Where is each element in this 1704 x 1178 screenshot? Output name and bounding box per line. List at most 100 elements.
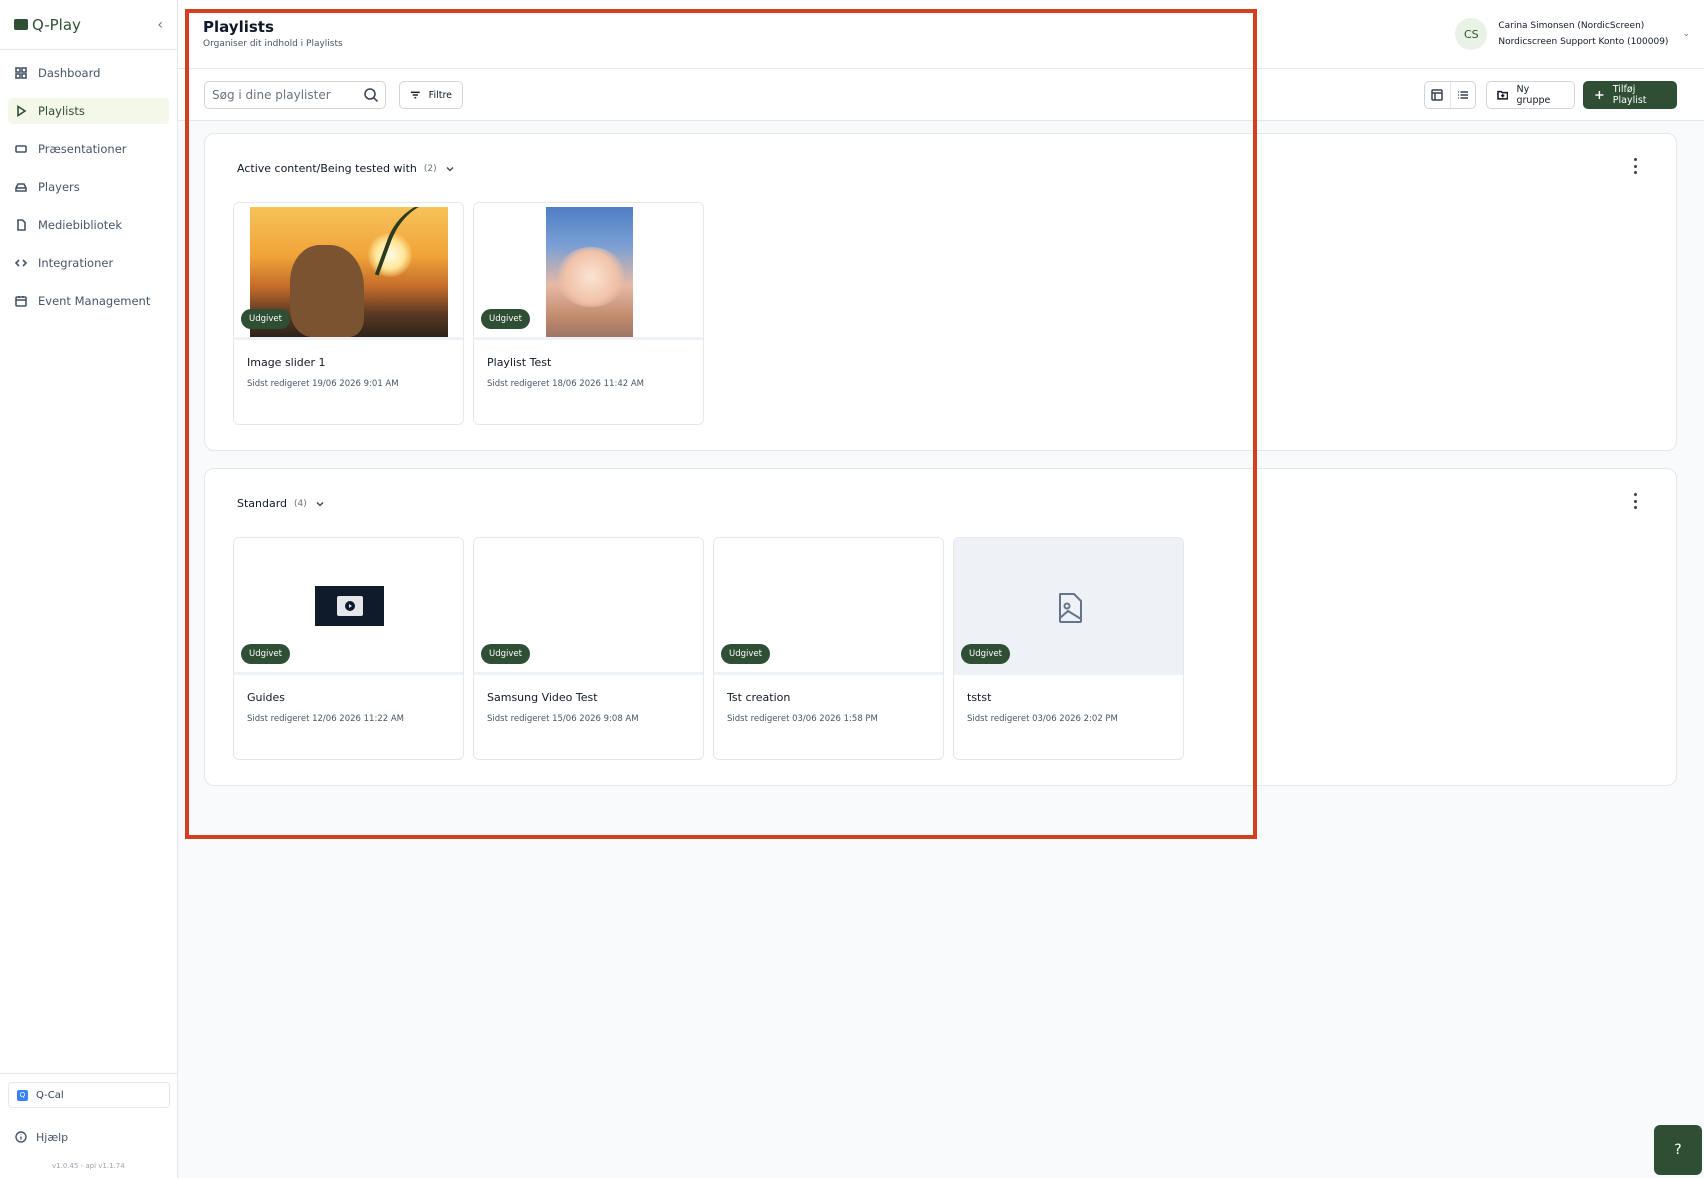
card-title: Samsung Video Test [487, 691, 598, 704]
card-date: Sidst redigeret 03/06 2026 2:02 PM [967, 714, 1118, 724]
group-more-menu-button[interactable] [1634, 158, 1638, 174]
playlist-card[interactable]: Udgivet Samsung Video Test Sidst rediger… [473, 537, 704, 760]
dot [1634, 171, 1637, 174]
group-header[interactable]: Standard (4) [237, 497, 325, 510]
group-title: Standard [237, 497, 288, 510]
sidebar-item-event-management[interactable]: Event Management [8, 288, 169, 314]
q-play-logo-icon [14, 19, 28, 30]
chevron-down-icon [316, 501, 324, 506]
collapse-sidebar-button[interactable]: ‹ [157, 17, 163, 33]
card-title: Playlist Test [487, 356, 552, 369]
card-thumbnail: Udgivet [234, 538, 463, 675]
layout-icon [1431, 89, 1444, 101]
q-cal-logo-icon: Q [17, 1089, 28, 1101]
card-date: Sidst redigeret 15/06 2026 9:08 AM [487, 714, 639, 724]
player-icon [14, 180, 28, 194]
sidebar-bottom: Q Q-Cal Hjælp v1.0.45 - api v1.1.74 [0, 1073, 178, 1178]
card-date: Sidst redigeret 18/06 2026 11:42 AM [487, 379, 644, 389]
sidebar-item-label: Dashboard [38, 66, 101, 80]
group-header[interactable]: Active content/Being tested with (2) [237, 162, 455, 175]
sidebar-item-dashboard[interactable]: Dashboard [8, 60, 169, 86]
playlist-card[interactable]: Udgivet Image slider 1 Sidst redigeret 1… [233, 202, 464, 425]
group-count: (4) [294, 498, 307, 509]
dot [1634, 506, 1637, 509]
card-thumbnail: Udgivet [474, 203, 703, 340]
file-icon [14, 218, 28, 232]
help-fab-button[interactable]: ? [1654, 1125, 1702, 1175]
user-account: Nordicscreen Support Konto (100009) [1498, 37, 1669, 47]
dashboard-icon [14, 66, 28, 80]
filter-label: Filtre [428, 89, 452, 101]
user-info: Carina Simonsen (NordicScreen) Nordicscr… [1498, 18, 1668, 50]
page-header: Playlists Organiser dit indhold i Playli… [178, 0, 1704, 69]
status-badge: Udgivet [241, 309, 290, 329]
playlist-card[interactable]: Udgivet Tst creation Sidst redigeret 03/… [713, 537, 944, 760]
list-view-button[interactable] [1449, 82, 1475, 108]
dot [1634, 499, 1637, 503]
sidebar-item-integrations[interactable]: Integrationer [8, 250, 169, 276]
code-icon [14, 256, 28, 270]
view-toggle [1424, 81, 1476, 109]
sidebar-item-players[interactable]: Players [8, 174, 169, 200]
search-input[interactable] [205, 82, 355, 108]
info-icon [14, 1130, 28, 1144]
playlist-group-standard: Standard (4) Udgivet Guides Sidst redige… [204, 468, 1677, 786]
brand: Q-Play ‹ [0, 0, 177, 50]
calendar-icon [14, 294, 28, 308]
video-thumbnail [315, 586, 384, 626]
chevron-down-icon [446, 166, 454, 171]
search-icon[interactable] [363, 87, 379, 103]
playlist-card[interactable]: Udgivet Playlist Test Sidst redigeret 18… [473, 202, 704, 425]
folder-plus-icon [1497, 90, 1509, 100]
sidebar-item-label: Players [38, 180, 80, 194]
presentation-icon [14, 142, 28, 156]
new-group-label: Ny gruppe [1516, 84, 1551, 106]
image-placeholder-icon [1059, 593, 1082, 623]
help-link[interactable]: Hjælp [8, 1130, 170, 1144]
q-cal-label: Q-Cal [36, 1089, 64, 1101]
card-thumbnail: Udgivet [474, 538, 703, 675]
card-title: Tst creation [727, 691, 791, 704]
card-thumbnail: Udgivet [234, 203, 463, 340]
sidebar: Q-Play ‹ Dashboard Playlists Præsentatio… [0, 0, 178, 1178]
avatar: CS [1455, 18, 1488, 50]
sidebar-item-label: Playlists [38, 104, 85, 118]
dot [1634, 493, 1637, 496]
sidebar-item-label: Præsentationer [38, 142, 127, 156]
card-date: Sidst redigeret 12/06 2026 11:22 AM [247, 714, 404, 724]
add-playlist-button[interactable]: Tilføj Playlist [1583, 81, 1677, 109]
playlist-group-active: Active content/Being tested with (2) Udg… [204, 133, 1677, 451]
card-title: Guides [247, 691, 286, 704]
group-more-menu-button[interactable] [1634, 493, 1638, 509]
sidebar-item-label: Event Management [38, 294, 151, 308]
dog-shape [290, 245, 364, 337]
grid-view-button[interactable] [1425, 82, 1450, 108]
group-count: (2) [423, 163, 437, 174]
sidebar-item-presentations[interactable]: Præsentationer [8, 136, 169, 162]
status-badge: Udgivet [961, 644, 1010, 664]
sidebar-item-media-library[interactable]: Mediebibliotek [8, 212, 169, 238]
playlist-card[interactable]: Udgivet Guides Sidst redigeret 12/06 202… [233, 537, 464, 760]
palm-leaf-shape [374, 207, 448, 299]
dot [1634, 164, 1637, 168]
group-title: Active content/Being tested with [237, 162, 417, 175]
cloud-shape [556, 247, 626, 307]
sidebar-item-playlists[interactable]: Playlists [8, 98, 169, 124]
status-badge: Udgivet [481, 309, 530, 329]
toolbar: Filtre Ny gruppe Tilføj Playlist [178, 69, 1704, 121]
filter-icon [410, 91, 420, 99]
q-cal-switch-button[interactable]: Q Q-Cal [8, 1082, 170, 1108]
plus-icon [1595, 90, 1604, 100]
search-box [204, 81, 386, 109]
new-group-button[interactable]: Ny gruppe [1486, 81, 1575, 109]
brand-name: Q-Play [32, 15, 81, 34]
page-title: Playlists [203, 18, 274, 36]
filter-button[interactable]: Filtre [399, 81, 463, 109]
card-thumbnail: Udgivet [714, 538, 943, 675]
playlist-card[interactable]: Udgivet tstst Sidst redigeret 03/06 2026… [953, 537, 1184, 760]
user-menu[interactable]: CS Carina Simonsen (NordicScreen) Nordic… [1455, 18, 1690, 50]
card-date: Sidst redigeret 03/06 2026 1:58 PM [727, 714, 878, 724]
status-badge: Udgivet [241, 644, 290, 664]
page-subtitle: Organiser dit indhold i Playlists [203, 39, 343, 49]
cloud-photo [546, 207, 633, 337]
